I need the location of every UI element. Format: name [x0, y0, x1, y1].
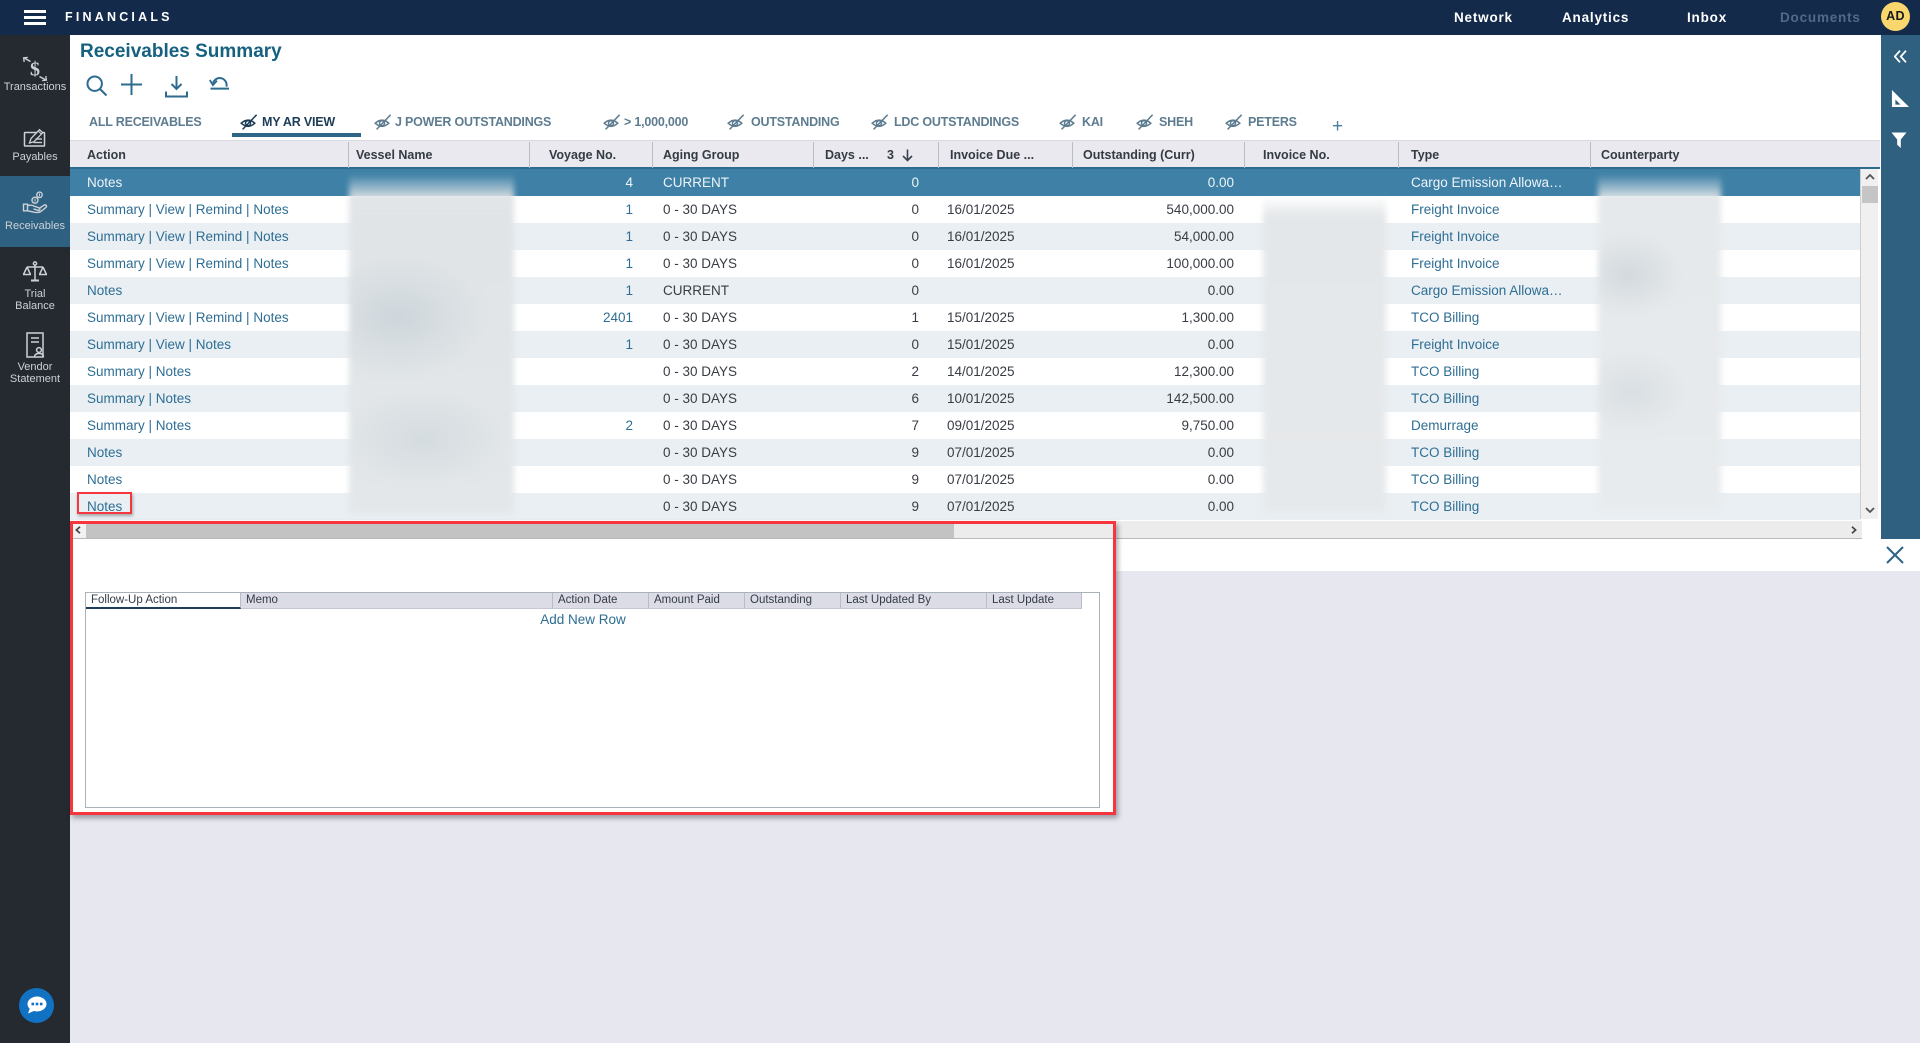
- svg-text:$: $: [30, 59, 40, 81]
